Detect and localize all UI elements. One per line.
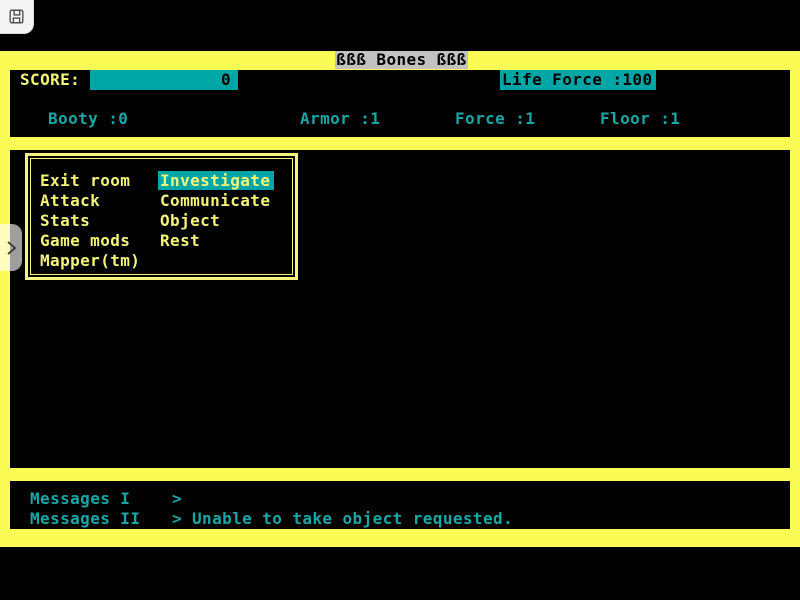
menu-column-left: Exit room Attack Stats Game mods Mapper(… bbox=[40, 171, 140, 271]
messages-2-text: Unable to take object requested. bbox=[192, 509, 513, 529]
score-bar: 0 bbox=[90, 70, 238, 90]
stat-force: Force :1 bbox=[455, 109, 535, 129]
menu-item-investigate[interactable]: Investigate bbox=[160, 171, 274, 191]
messages-1-label: Messages I bbox=[30, 489, 130, 509]
chevron-right-icon bbox=[5, 239, 17, 257]
life-force-badge: Life Force :100 bbox=[500, 70, 656, 90]
game-window: ßßß Bones ßßß SCORE: 0 Life Force :100 B… bbox=[0, 0, 800, 600]
menu-column-right: Investigate Communicate Object Rest bbox=[160, 171, 274, 251]
messages-2-prompt: > bbox=[172, 509, 182, 529]
hud-panel: SCORE: 0 Life Force :100 Booty :0 Armor … bbox=[10, 70, 790, 137]
menu-item-game-mods[interactable]: Game mods bbox=[40, 231, 140, 251]
stat-floor: Floor :1 bbox=[600, 109, 680, 129]
command-menu-inner-border: Exit room Attack Stats Game mods Mapper(… bbox=[30, 158, 293, 275]
menu-item-rest[interactable]: Rest bbox=[160, 231, 274, 251]
main-viewport: Exit room Attack Stats Game mods Mapper(… bbox=[10, 150, 790, 468]
menu-item-exit-room[interactable]: Exit room bbox=[40, 171, 140, 191]
floppy-disk-icon bbox=[7, 7, 26, 26]
message-row-2: Messages II > Unable to take object requ… bbox=[10, 509, 790, 529]
stat-armor: Armor :1 bbox=[300, 109, 380, 129]
message-row-1: Messages I > bbox=[10, 489, 790, 509]
score-label: SCORE: bbox=[20, 70, 80, 90]
messages-1-prompt: > bbox=[172, 489, 182, 509]
menu-item-communicate[interactable]: Communicate bbox=[160, 191, 274, 211]
stat-booty: Booty :0 bbox=[48, 109, 128, 129]
drawer-toggle[interactable] bbox=[0, 224, 22, 271]
menu-item-object[interactable]: Object bbox=[160, 211, 274, 231]
dos-screen: ßßß Bones ßßß SCORE: 0 Life Force :100 B… bbox=[0, 51, 800, 547]
command-menu: Exit room Attack Stats Game mods Mapper(… bbox=[25, 153, 298, 280]
messages-2-label: Messages II bbox=[30, 509, 140, 529]
messages-panel: Messages I > Messages II > Unable to tak… bbox=[10, 481, 790, 529]
save-button[interactable] bbox=[0, 0, 34, 34]
game-title: ßßß Bones ßßß bbox=[335, 51, 468, 69]
menu-item-attack[interactable]: Attack bbox=[40, 191, 140, 211]
menu-item-stats[interactable]: Stats bbox=[40, 211, 140, 231]
menu-item-mapper[interactable]: Mapper(tm) bbox=[40, 251, 140, 271]
